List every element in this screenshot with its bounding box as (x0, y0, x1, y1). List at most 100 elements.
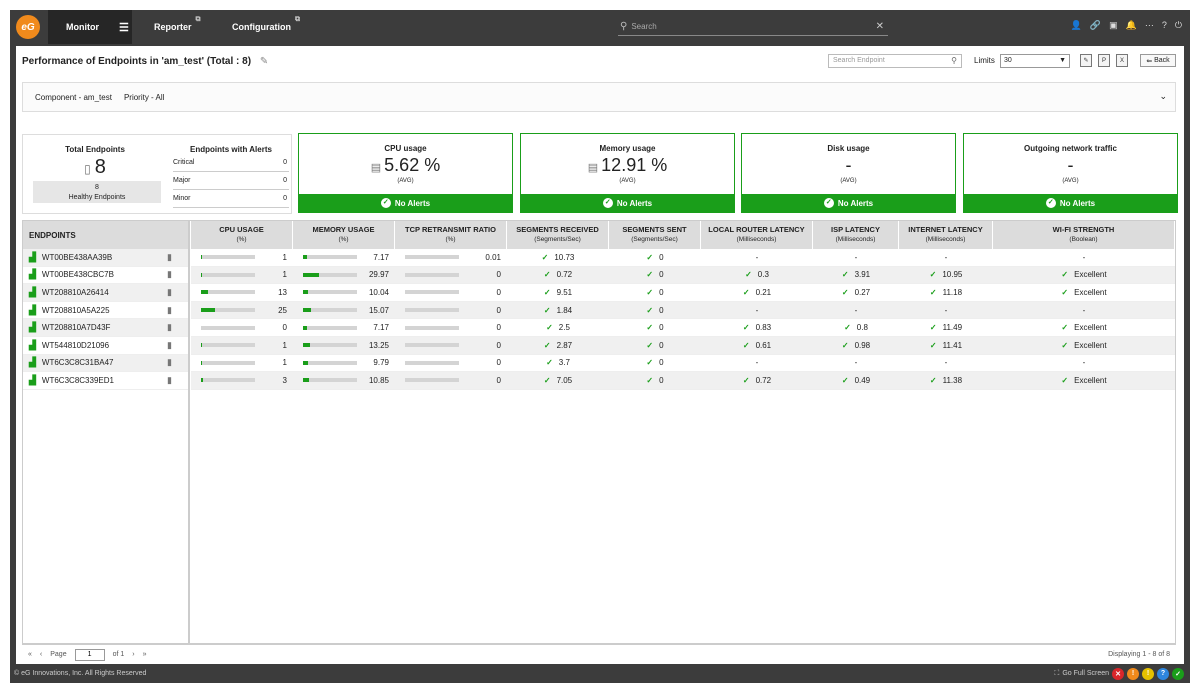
power-icon[interactable]: ⏻ (1175, 20, 1182, 31)
endpoint-name[interactable]: WT208810A5A225 (42, 306, 110, 315)
first-page-icon[interactable]: « (28, 651, 32, 658)
endpoint-row[interactable]: ▟ WT208810A26414 ▮ (23, 284, 188, 302)
external-link-icon: ⧉ (295, 16, 300, 23)
limits-select[interactable]: 30 ▼ (1000, 54, 1070, 68)
check-circle-icon: ✓ (1045, 198, 1056, 208)
endpoint-row[interactable]: ▟ WT208810A5A225 ▮ (23, 302, 188, 320)
unknown-status-icon[interactable]: ? (1157, 667, 1169, 680)
check-icon: ✓ (841, 375, 849, 385)
link-icon[interactable]: 🔗 (1090, 20, 1101, 31)
more-icon[interactable]: ⋯ (1145, 20, 1154, 31)
column-header[interactable]: ISP LATENCY (Milliseconds) (813, 221, 899, 249)
usage-bar (201, 360, 255, 365)
column-header[interactable]: MEMORY USAGE (%) (293, 221, 395, 249)
cell-value: Excellent (1074, 340, 1107, 350)
search-endpoint-input[interactable]: Search Endpoint ⚲ (828, 54, 962, 68)
device-icon[interactable]: ▮ (167, 305, 172, 316)
alert-row-minor[interactable]: Minor 0 (173, 190, 289, 208)
minor-status-icon[interactable]: ! (1142, 667, 1154, 680)
pager: « ‹ Page of 1 › » Displaying 1 - 8 of 8 (22, 644, 1176, 664)
global-search-input[interactable]: ⚲ Search ✕ (618, 18, 888, 36)
nav-configuration[interactable]: Configuration ⧉ (232, 10, 300, 44)
device-icon[interactable]: ▮ (167, 340, 172, 351)
cpu-usage-card[interactable]: CPU usage ▤ 5.62 % (AVG) ✓ No Alerts (298, 133, 513, 213)
check-icon: ✓ (1061, 375, 1069, 385)
prev-page-icon[interactable]: ‹ (40, 651, 42, 658)
cell-value: 0 (496, 323, 501, 333)
help-icon[interactable]: ? (1162, 20, 1167, 31)
memory-usage-card[interactable]: Memory usage ▤ 12.91 % (AVG) ✓ No Alerts (520, 133, 735, 213)
page-input[interactable] (74, 648, 105, 661)
network-traffic-card[interactable]: Outgoing network traffic - (AVG) ✓ No Ale… (963, 133, 1178, 213)
check-icon: ✓ (742, 375, 750, 385)
search-icon[interactable]: ⚲ (951, 55, 957, 67)
endpoint-name[interactable]: WT208810A26414 (42, 288, 109, 297)
critical-status-icon[interactable]: ✕ (1112, 667, 1124, 680)
alert-row-critical[interactable]: Critical 0 (173, 154, 289, 172)
cell-value: 0.61 (755, 340, 772, 350)
eg-logo[interactable]: eG (16, 15, 40, 39)
component-filter[interactable]: Component - am_test (35, 93, 112, 102)
device-icon[interactable]: ▮ (167, 357, 172, 368)
user-icon[interactable]: 👤 (1071, 20, 1082, 31)
fullscreen-label[interactable]: Go Full Screen (1062, 670, 1109, 677)
excel-icon[interactable]: X (1116, 54, 1128, 67)
device-icon[interactable]: ▮ (167, 252, 172, 263)
next-page-icon[interactable]: › (132, 651, 134, 658)
endpoint-name[interactable]: WT544810D21096 (42, 341, 109, 350)
column-header-unit: (Boolean) (1069, 236, 1098, 243)
device-icon[interactable]: ▮ (167, 287, 172, 298)
endpoint-row[interactable]: ▟ WT00BE438CBC7B ▮ (23, 267, 188, 285)
healthy-endpoints[interactable]: 8 Healthy Endpoints (33, 181, 161, 203)
endpoints-header[interactable]: ENDPOINTS (23, 221, 188, 249)
endpoint-name[interactable]: WT6C3C8C31BA47 (42, 358, 114, 367)
endpoint-row[interactable]: ▟ WT208810A7D43F ▮ (23, 319, 188, 337)
usage-bar-fill (303, 378, 309, 383)
endpoint-name[interactable]: WT6C3C8C339ED1 (42, 376, 114, 385)
last-page-icon[interactable]: » (143, 651, 147, 658)
alert-row-major[interactable]: Major 0 (173, 172, 289, 190)
endpoint-row[interactable]: ▟ WT544810D21096 ▮ (23, 337, 188, 355)
column-header[interactable]: INTERNET LATENCY (Milliseconds) (899, 221, 993, 249)
device-icon[interactable]: ▮ (167, 269, 172, 280)
column-header-label: MEMORY USAGE (312, 225, 375, 234)
check-icon: ✓ (543, 287, 551, 297)
nav-monitor[interactable]: Monitor ☰ (48, 10, 132, 44)
endpoint-name[interactable]: WT00BE438CBC7B (42, 270, 114, 279)
column-header[interactable]: CPU USAGE (%) (191, 221, 293, 249)
normal-status-icon[interactable]: ✓ (1172, 667, 1184, 680)
endpoint-row[interactable]: ▟ WT00BE438AA39B ▮ (23, 249, 188, 267)
disk-usage-card[interactable]: Disk usage - (AVG) ✓ No Alerts (741, 133, 956, 213)
endpoint-name[interactable]: WT208810A7D43F (42, 323, 110, 332)
pin-icon[interactable]: ✎ (260, 56, 268, 67)
cell-value: 0.01 (485, 252, 501, 262)
table-row: 0 7.17 0 ✓ 2.5 ✓ 0 ✓ 0.83 ✓ 0.8 ✓ 11.49 ✓ Excellent (191, 319, 1175, 337)
pdf-icon[interactable]: P (1098, 54, 1110, 67)
column-header[interactable]: SEGMENTS SENT (Segments/Sec) (609, 221, 701, 249)
column-header[interactable]: LOCAL ROUTER LATENCY (Milliseconds) (701, 221, 813, 249)
priority-filter[interactable]: Priority - All (124, 93, 164, 102)
device-icon[interactable]: ▮ (167, 375, 172, 386)
bell-icon[interactable]: 🔔 (1126, 20, 1137, 31)
endpoint-name[interactable]: WT00BE438AA39B (42, 253, 112, 262)
back-button[interactable]: ⇐ Back (1140, 54, 1176, 67)
endpoint-row[interactable]: ▟ WT6C3C8C339ED1 ▮ (23, 372, 188, 390)
nav-reporter[interactable]: Reporter ⧉ (154, 10, 201, 44)
hamburger-icon[interactable]: ☰ (119, 21, 129, 34)
clear-search-icon[interactable]: ✕ (876, 21, 884, 32)
endpoint-row[interactable]: ▟ WT6C3C8C31BA47 ▮ (23, 354, 188, 373)
fullscreen-icon[interactable]: ⛶ (1054, 670, 1059, 678)
device-icon[interactable]: ▮ (167, 322, 172, 333)
cell-value: 3.7 (558, 358, 570, 368)
edit-icon[interactable]: ✎ (1080, 54, 1092, 67)
major-status-icon[interactable]: ! (1127, 667, 1139, 680)
column-header[interactable]: SEGMENTS RECEIVED (Segments/Sec) (507, 221, 609, 249)
column-header[interactable]: WI-FI STRENGTH (Boolean) (993, 221, 1175, 249)
image-icon[interactable]: ▣ (1109, 20, 1118, 31)
cpu-usage-cell: 3 (191, 376, 293, 385)
column-header[interactable]: TCP RETRANSMIT RATIO (%) (395, 221, 507, 249)
check-icon: ✓ (546, 358, 553, 368)
chevron-down-icon[interactable]: ⌄ (1159, 91, 1167, 102)
usage-bar (405, 325, 459, 330)
internet-latency-cell: ✓ 11.41 (899, 341, 993, 350)
